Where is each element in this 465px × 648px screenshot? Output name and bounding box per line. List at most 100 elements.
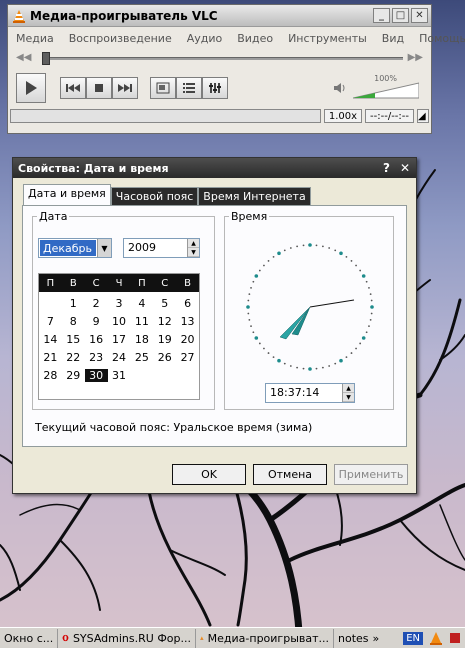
- spin-up-icon[interactable]: ▲: [188, 239, 199, 248]
- seek-track[interactable]: [42, 57, 403, 60]
- calendar-day[interactable]: 28: [39, 369, 62, 382]
- next-button[interactable]: [112, 77, 138, 99]
- seek-forward-icon[interactable]: ▶▶: [408, 52, 423, 63]
- calendar-day[interactable]: 17: [108, 333, 131, 346]
- time-display[interactable]: --:--/--:--: [365, 109, 414, 123]
- taskbar-item-notes[interactable]: notes »: [334, 629, 390, 648]
- cancel-button[interactable]: Отмена: [253, 464, 327, 485]
- calendar-day[interactable]: 19: [153, 333, 176, 346]
- previous-button[interactable]: [60, 77, 86, 99]
- menu-tools[interactable]: Инструменты: [288, 32, 367, 45]
- calendar-day[interactable]: 15: [62, 333, 85, 346]
- weekday: П: [138, 277, 146, 289]
- month-value: Декабрь: [40, 240, 96, 256]
- year-spinner[interactable]: ▲ ▼: [187, 239, 199, 257]
- clock-hour-mark: [254, 274, 259, 278]
- calendar-day[interactable]: 26: [153, 351, 176, 364]
- time-field[interactable]: 18:37:14 ▲ ▼: [265, 383, 355, 403]
- tab-internet-time[interactable]: Время Интернета: [198, 187, 311, 205]
- close-icon[interactable]: ✕: [400, 161, 410, 175]
- calendar-day[interactable]: 6: [176, 297, 199, 310]
- calendar-day[interactable]: 20: [176, 333, 199, 346]
- calendar-day[interactable]: 2: [85, 297, 108, 310]
- weekday: С: [161, 277, 169, 289]
- resize-grip-icon[interactable]: ◢: [417, 109, 429, 123]
- maximize-icon[interactable]: □: [392, 8, 409, 23]
- clock-hour-mark: [277, 251, 281, 256]
- taskbar-item-vlc[interactable]: Медиа-проигрыват...: [196, 628, 334, 648]
- clock-minute-mark: [334, 249, 337, 252]
- calendar-day[interactable]: 1: [62, 297, 85, 310]
- calendar-day[interactable]: 10: [108, 315, 131, 328]
- fullscreen-button[interactable]: [150, 77, 176, 99]
- calendar-day[interactable]: 21: [39, 351, 62, 364]
- calendar-day[interactable]: 23: [85, 351, 108, 364]
- calendar-day[interactable]: 3: [108, 297, 131, 310]
- menu-video[interactable]: Видео: [237, 32, 273, 45]
- calendar-day[interactable]: 30: [84, 368, 108, 382]
- calendar-day[interactable]: 5: [153, 297, 176, 310]
- chevron-up-icon[interactable]: »: [373, 632, 380, 645]
- calendar-day[interactable]: 29: [62, 369, 85, 382]
- calendar-day[interactable]: 13: [176, 315, 199, 328]
- time-value[interactable]: 18:37:14: [266, 384, 342, 402]
- calendar-day[interactable]: 16: [85, 333, 108, 346]
- minimize-icon[interactable]: _: [373, 8, 390, 23]
- chevron-down-icon[interactable]: ▼: [97, 239, 111, 257]
- month-select[interactable]: Декабрь ▼: [38, 238, 112, 258]
- calendar-day[interactable]: 18: [130, 333, 153, 346]
- taskbar-item-opera[interactable]: SYSAdmins.RU Фор...: [58, 628, 196, 648]
- taskbar-item-window[interactable]: Окно с...: [0, 628, 58, 648]
- menu-help[interactable]: Помощь: [419, 32, 465, 45]
- apply-button[interactable]: Применить: [334, 464, 408, 485]
- calendar-day[interactable]: 27: [176, 351, 199, 364]
- calendar-day[interactable]: 22: [62, 351, 85, 364]
- menu-playback[interactable]: Воспроизведение: [69, 32, 172, 45]
- spin-up-icon[interactable]: ▲: [343, 384, 354, 393]
- calendar-day[interactable]: 8: [62, 315, 85, 328]
- seek-bar[interactable]: ◀◀ ▶▶: [14, 51, 425, 67]
- vlc-statusbar: 1.00x --:--/--:-- ◢: [8, 107, 431, 125]
- play-button[interactable]: [16, 73, 46, 103]
- calendar-day[interactable]: 4: [130, 297, 153, 310]
- calendar-day[interactable]: 25: [130, 351, 153, 364]
- seek-thumb[interactable]: [42, 52, 50, 65]
- calendar-day[interactable]: 9: [85, 315, 108, 328]
- speed-display[interactable]: 1.00x: [323, 109, 363, 123]
- clock-minute-mark: [252, 331, 255, 334]
- stop-button[interactable]: [86, 77, 112, 99]
- menu-media[interactable]: Медиа: [16, 32, 54, 45]
- calendar-day[interactable]: 24: [108, 351, 131, 364]
- year-value[interactable]: 2009: [124, 239, 187, 257]
- taskbar-item-label: Окно с...: [4, 631, 54, 645]
- dialog-title-bar[interactable]: Свойства: Дата и время ? ✕: [13, 158, 416, 178]
- equalizer-button[interactable]: [202, 77, 228, 99]
- speaker-icon[interactable]: [333, 82, 347, 94]
- calendar-day[interactable]: 11: [130, 315, 153, 328]
- datetime-dialog: Свойства: Дата и время ? ✕ Дата и время …: [12, 157, 417, 494]
- playlist-button[interactable]: [176, 77, 202, 99]
- time-spinner[interactable]: ▲ ▼: [342, 384, 354, 402]
- year-field[interactable]: 2009 ▲ ▼: [123, 238, 200, 258]
- vlc-tray-icon[interactable]: [429, 631, 443, 645]
- tray-icon[interactable]: [449, 632, 461, 644]
- clock-minute-mark: [365, 280, 368, 283]
- menu-audio[interactable]: Аудио: [187, 32, 223, 45]
- calendar-day[interactable]: 12: [153, 315, 176, 328]
- tab-time-zone[interactable]: Часовой пояс: [110, 187, 199, 205]
- tab-date-time[interactable]: Дата и время: [23, 184, 111, 205]
- volume-slider[interactable]: 100%: [352, 74, 420, 99]
- language-indicator[interactable]: EN: [403, 631, 423, 645]
- seek-back-icon[interactable]: ◀◀: [16, 52, 31, 63]
- ok-button[interactable]: OK: [172, 464, 246, 485]
- close-icon[interactable]: ✕: [411, 8, 428, 23]
- vlc-title-bar[interactable]: Медиа-проигрыватель VLC _ □ ✕: [8, 5, 431, 27]
- calendar-day[interactable]: 14: [39, 333, 62, 346]
- spin-down-icon[interactable]: ▼: [188, 248, 199, 257]
- calendar-day[interactable]: 7: [39, 315, 62, 328]
- calendar-day[interactable]: 31: [108, 369, 131, 382]
- help-icon[interactable]: ?: [383, 161, 390, 175]
- menu-view[interactable]: Вид: [382, 32, 404, 45]
- stop-icon: [95, 84, 103, 92]
- spin-down-icon[interactable]: ▼: [343, 393, 354, 402]
